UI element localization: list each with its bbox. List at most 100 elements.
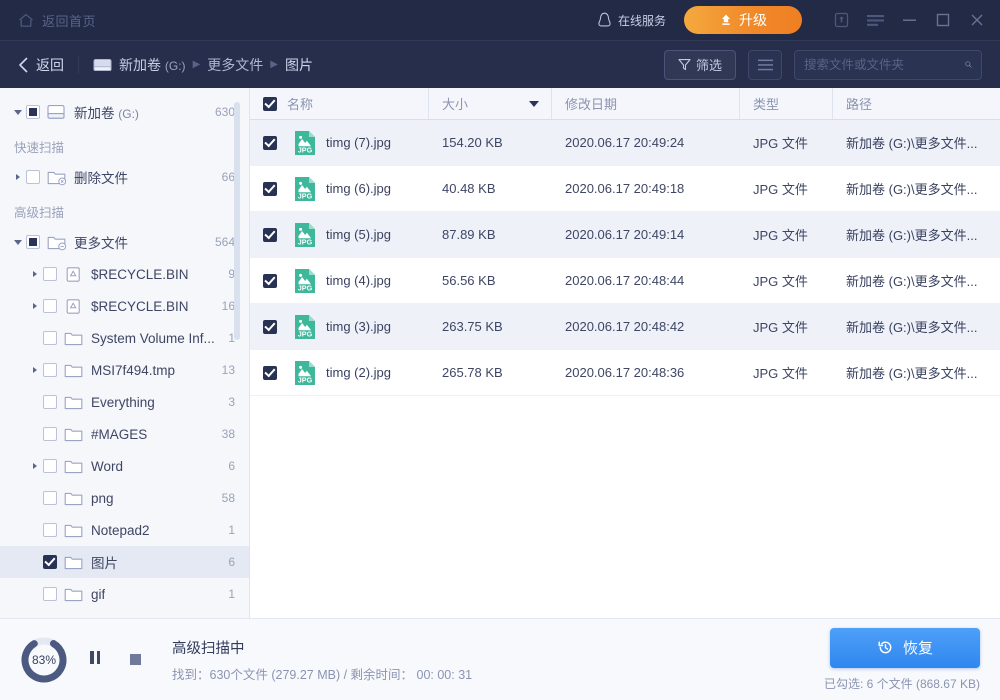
status-detail: 找到：630个文件 (279.27 MB) / 剩余时间： 00: 00: 31 (172, 664, 472, 683)
tree-checkbox[interactable] (43, 331, 57, 345)
tree-expander[interactable] (10, 240, 26, 245)
tree-item-count: 1 (220, 331, 235, 345)
sidebar-item-10[interactable]: 图片6 (0, 546, 249, 578)
column-header-label: 大小 (442, 94, 468, 113)
selection-info: 已勾选: 6 个文件 (868.67 KB) (824, 675, 980, 692)
pause-button[interactable] (82, 647, 108, 673)
column-header-1[interactable]: 大小 (429, 88, 552, 119)
status-text-group: 高级扫描中 找到：630个文件 (279.27 MB) / 剩余时间： 00: … (172, 637, 472, 683)
sidebar-item-8[interactable]: png58 (0, 482, 249, 514)
titlebar-right-group: 在线服务 升级 (597, 0, 1000, 40)
folder-icon (64, 586, 84, 603)
chevron-left-icon (18, 57, 29, 73)
sidebar-item-3[interactable]: System Volume Inf...1 (0, 322, 249, 354)
breadcrumb-item-1[interactable]: 图片 (285, 55, 313, 75)
search-box[interactable] (794, 50, 982, 80)
table-row[interactable]: JPGtimg (4).jpg56.56 KB2020.06.17 20:48:… (250, 258, 1000, 304)
tree-checkbox[interactable] (43, 395, 57, 409)
tree-item-root[interactable]: 新加卷 (G:)630 (0, 96, 249, 128)
tree-checkbox[interactable] (26, 235, 40, 249)
search-input[interactable] (804, 58, 965, 72)
tree-expander[interactable] (27, 303, 43, 309)
sidebar-item-5[interactable]: Everything3 (0, 386, 249, 418)
sidebar-item-2[interactable]: $RECYCLE.BIN16 (0, 290, 249, 322)
select-all-checkbox[interactable] (263, 97, 277, 111)
filter-button[interactable]: 筛选 (664, 50, 736, 80)
row-checkbox[interactable] (263, 366, 277, 380)
tree-item-label: 更多文件 (74, 232, 128, 252)
view-toggle-button[interactable] (748, 50, 782, 80)
tree-item-count: 66 (214, 170, 235, 184)
online-service-button[interactable]: 在线服务 (597, 12, 666, 29)
tree-checkbox[interactable] (43, 491, 57, 505)
row-checkbox[interactable] (263, 136, 277, 150)
close-button[interactable] (960, 0, 994, 40)
tree-checkbox[interactable] (26, 105, 40, 119)
row-checkbox[interactable] (263, 182, 277, 196)
table-row[interactable]: JPGtimg (6).jpg40.48 KB2020.06.17 20:49:… (250, 166, 1000, 212)
cell-path: 新加卷 (G:)\更多文件... (833, 258, 1000, 303)
table-row[interactable]: JPGtimg (7).jpg154.20 KB2020.06.17 20:49… (250, 120, 1000, 166)
tree-expander[interactable] (27, 367, 43, 373)
breadcrumb-item-0[interactable]: 更多文件 (207, 55, 263, 75)
tree-checkbox[interactable] (43, 523, 57, 537)
maximize-button[interactable] (926, 0, 960, 40)
table-row[interactable]: JPGtimg (2).jpg265.78 KB2020.06.17 20:48… (250, 350, 1000, 396)
tree-checkbox[interactable] (43, 427, 57, 441)
table-header: 名称大小 修改日期类型路径 (250, 88, 1000, 120)
tree-item-label: 删除文件 (74, 167, 128, 187)
svg-text:JPG: JPG (298, 283, 313, 292)
cell-size: 87.89 KB (429, 212, 552, 257)
folder-icon (64, 554, 84, 571)
cell-date: 2020.06.17 20:49:18 (552, 166, 740, 211)
sidebar-item-4[interactable]: MSI7f494.tmp13 (0, 354, 249, 386)
table-row[interactable]: JPGtimg (3).jpg263.75 KB2020.06.17 20:48… (250, 304, 1000, 350)
cell-path: 新加卷 (G:)\更多文件... (833, 166, 1000, 211)
row-checkbox[interactable] (263, 320, 277, 334)
sidebar-scrollbar[interactable] (234, 102, 240, 340)
sidebar-item-1[interactable]: $RECYCLE.BIN9 (0, 258, 249, 290)
tree-checkbox[interactable] (26, 170, 40, 184)
back-button[interactable]: 返回 (18, 55, 64, 75)
tree-expander[interactable] (27, 463, 43, 469)
recover-button[interactable]: 恢复 (830, 628, 980, 668)
table-row[interactable]: JPGtimg (5).jpg87.89 KB2020.06.17 20:49:… (250, 212, 1000, 258)
home-button[interactable]: 返回首页 (18, 11, 96, 30)
tree-expander[interactable] (10, 110, 26, 115)
column-header-2[interactable]: 修改日期 (552, 88, 740, 119)
share-button[interactable] (824, 0, 858, 40)
tree-checkbox[interactable] (43, 267, 57, 281)
tree-checkbox[interactable] (43, 555, 57, 569)
stop-button[interactable] (122, 647, 148, 673)
search-icon[interactable] (965, 57, 972, 72)
upgrade-button[interactable]: 升级 (684, 6, 802, 34)
breadcrumb-item-drive[interactable]: 新加卷 (G:) (119, 55, 186, 75)
tree-expander[interactable] (10, 174, 26, 180)
tree-item-count: 13 (214, 363, 235, 377)
cell-size: 40.48 KB (429, 166, 552, 211)
sidebar-item-7[interactable]: Word6 (0, 450, 249, 482)
column-header-3[interactable]: 类型 (740, 88, 833, 119)
svg-text:JPG: JPG (298, 237, 313, 246)
minimize-button[interactable] (892, 0, 926, 40)
sidebar-item-12[interactable]: jpg39 (0, 610, 249, 618)
sidebar-item-6[interactable]: #MAGES38 (0, 418, 249, 450)
tree-expander[interactable] (27, 271, 43, 277)
column-header-4[interactable]: 路径 (833, 88, 995, 119)
tree-checkbox[interactable] (43, 587, 57, 601)
tree-checkbox[interactable] (43, 363, 57, 377)
sidebar-item-0[interactable]: 更多文件564 (0, 226, 249, 258)
sidebar-item-0[interactable]: 删除文件 66 (0, 161, 249, 193)
sidebar-item-9[interactable]: Notepad21 (0, 514, 249, 546)
menu-button[interactable] (858, 0, 892, 40)
row-checkbox[interactable] (263, 274, 277, 288)
online-service-label: 在线服务 (618, 12, 666, 29)
tree-checkbox[interactable] (43, 299, 57, 313)
sort-caret-icon[interactable] (529, 101, 539, 107)
row-checkbox[interactable] (263, 228, 277, 242)
sidebar-item-11[interactable]: gif1 (0, 578, 249, 610)
column-header-0[interactable]: 名称 (250, 88, 429, 119)
tree-checkbox[interactable] (43, 459, 57, 473)
tree-item-count: 58 (214, 491, 235, 505)
cell-name: JPGtimg (5).jpg (250, 212, 429, 257)
